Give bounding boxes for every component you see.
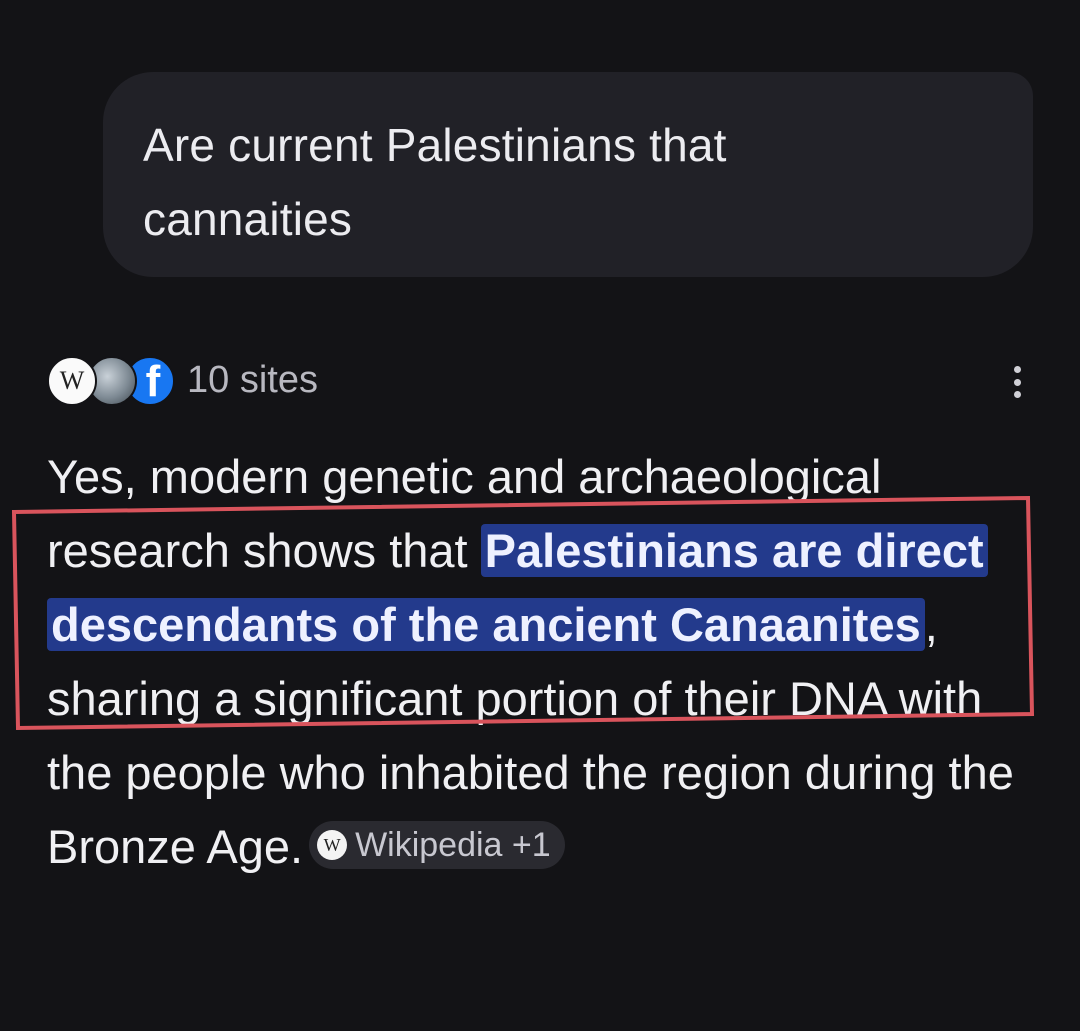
sources-row[interactable]: W f 10 sites	[47, 354, 1037, 406]
citation-chip[interactable]: W Wikipedia +1	[309, 820, 565, 869]
user-query-text: Are current Palestinians that cannaities	[143, 119, 727, 245]
more-vert-icon	[1013, 366, 1021, 373]
more-options-button[interactable]	[1003, 362, 1031, 402]
citation-label: Wikipedia +1	[355, 825, 551, 864]
source-favicons[interactable]: W f	[47, 356, 175, 406]
sources-count[interactable]: 10 sites	[187, 354, 318, 406]
wikipedia-icon: W	[47, 356, 97, 406]
ai-answer-text: Yes, modern genetic and archaeological r…	[47, 440, 1047, 884]
user-query-bubble: Are current Palestinians that cannaities	[103, 72, 1033, 277]
wikipedia-icon: W	[317, 829, 348, 860]
